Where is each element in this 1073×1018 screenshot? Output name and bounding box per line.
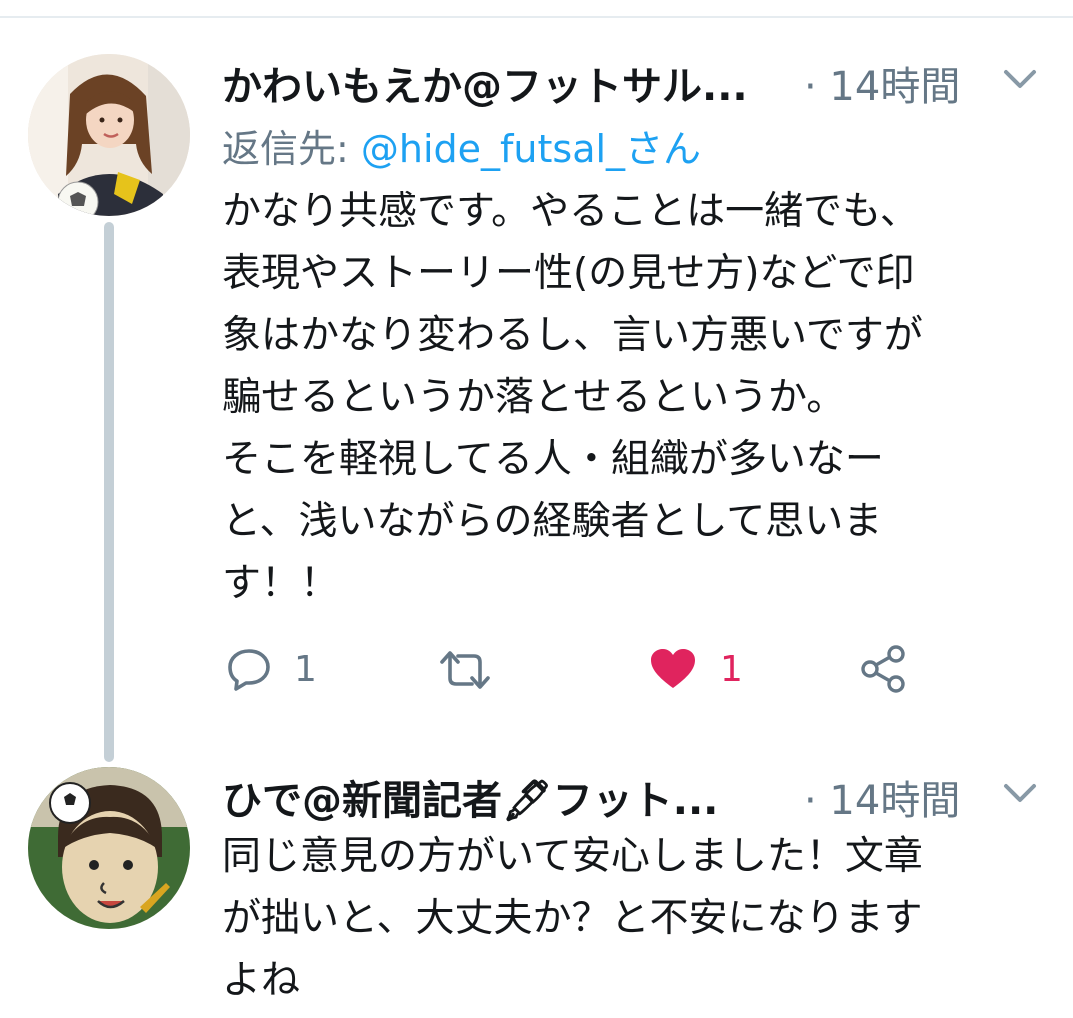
chevron-down-icon[interactable] (1002, 782, 1038, 806)
display-name[interactable]: かわいもえか@フットサル... (222, 54, 748, 112)
tweet-timestamp[interactable]: · 14時間 (804, 54, 960, 112)
heart-icon (651, 649, 695, 688)
tweet-timestamp[interactable]: · 14時間 (804, 768, 960, 826)
retweet-icon (440, 651, 490, 689)
top-divider (0, 16, 1073, 18)
reply-count: 1 (294, 648, 317, 690)
like-count: 1 (720, 648, 743, 690)
tweet-text: 同じ意見の方がいて安心しました！文章 が拙いと、大丈夫か？と不安になります よね (222, 834, 923, 1003)
reply-to-label: 返信先: (222, 127, 361, 171)
reply-to-line: 返信先: @hide_futsal_さん (222, 118, 701, 173)
reply-button[interactable]: 1 (226, 646, 317, 692)
avatar-illustration (28, 767, 190, 929)
chevron-down-icon[interactable] (1002, 68, 1038, 92)
share-button[interactable] (858, 644, 910, 694)
avatar[interactable] (28, 767, 190, 929)
tweet-text: かなり共感です。やることは一緒でも、 表現やストーリー性(の見せ方)などで印 象… (222, 189, 923, 606)
reply-to-handle-link[interactable]: @hide_futsal_さん (361, 127, 701, 171)
thread-connector-line (104, 222, 114, 762)
share-icon (861, 645, 905, 693)
avatar-photo (28, 54, 190, 216)
avatar[interactable] (28, 54, 190, 216)
reply-icon (228, 649, 270, 691)
like-button[interactable]: 1 (648, 646, 743, 692)
retweet-button[interactable] (438, 648, 492, 692)
display-name[interactable]: ひで@新聞記者🖋フット... (222, 768, 718, 826)
